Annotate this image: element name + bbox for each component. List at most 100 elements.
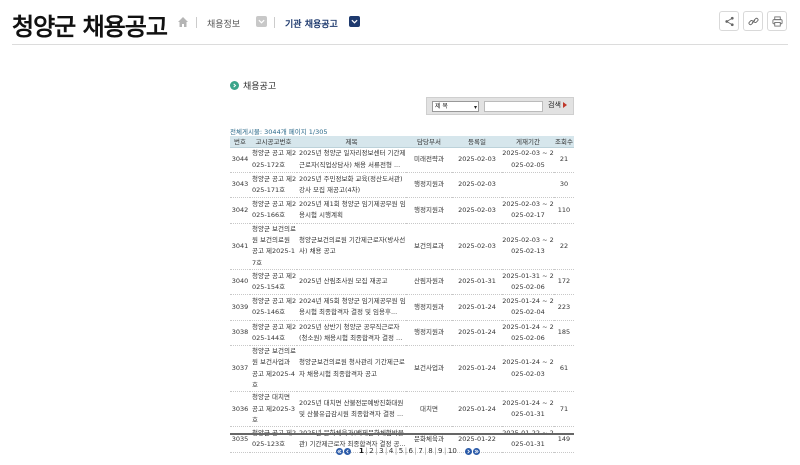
table-row[interactable]: 3041 청양군 보건의료원 보건의료원 공고 제2025-17호 청양군보건의… [230, 223, 574, 270]
page-separator: | [365, 447, 368, 455]
table-row[interactable]: 3040 청양군 공고 제2025-154호 2025년 산림조사원 모집 재공… [230, 269, 574, 296]
table-row[interactable]: 3042 청양군 공고 제2025-166호 2025년 제1회 청양군 임기제… [230, 197, 574, 224]
cell-notice-no: 청양군 보건의료원 보건의료원 공고 제2025-17호 [250, 223, 297, 270]
section-title: 채용공고 [243, 82, 277, 92]
cell-title-link[interactable]: 청양군보건의료원 청사관리 기간제근로자 채용시험 최종합격자 공고 [297, 345, 406, 393]
link-icon [748, 17, 758, 25]
cell-date: 2025-01-31 [452, 269, 502, 296]
search-input[interactable] [484, 101, 543, 112]
cell-title-link[interactable]: 2025년 대치면 산불전문예방진화대원 및 산불유급감시원 최종합격자 결정 … [297, 391, 406, 428]
search-field-select[interactable]: 제 목 ▾ [432, 101, 479, 112]
cell-no: 3036 [230, 391, 250, 428]
pagination: 1 | 2 | 3 | 4 | 5 | 6 | 7 | 8 | 9 | 10 [336, 447, 481, 455]
cell-period: 2025-01-24 ~ 2025-02-03 [502, 345, 554, 393]
column-header-period: 게재기간 [502, 136, 554, 148]
cell-views: 30 [554, 172, 574, 199]
table-row[interactable]: 3043 청양군 공고 제2025-171호 2025년 주민정보화 교육(정산… [230, 172, 574, 199]
page-separator: | [375, 447, 378, 455]
last-page-icon[interactable] [472, 447, 480, 455]
page-separator: | [414, 447, 417, 455]
cell-title-link[interactable]: 2025년 제1회 청양군 임기제공무원 임용시험 시행계획 [297, 197, 406, 224]
cell-dept: 대치면 [406, 391, 452, 428]
result-summary: 전체게시물: 3044개 페이지 1/305 [230, 128, 328, 136]
page-header: 청양군 채용공고 채용정보 기관 채용공고 [0, 0, 800, 46]
breadcrumb-divider [196, 17, 197, 28]
page-link[interactable]: 4 [389, 447, 393, 455]
table-row[interactable]: 3037 청양군 보건의료원 보건사업과 공고 제2025-4호 청양군보건의료… [230, 345, 574, 393]
cell-dept: 행정지원과 [406, 197, 452, 224]
page-link[interactable]: 10 [448, 447, 457, 455]
cell-period: 2025-01-24 ~ 2025-02-04 [502, 294, 554, 321]
page-link[interactable]: 5 [399, 447, 403, 455]
cell-date: 2025-02-03 [452, 197, 502, 224]
page-link[interactable]: 8 [428, 447, 432, 455]
cell-views: 110 [554, 197, 574, 224]
cell-period: 2025-01-31 ~ 2025-02-06 [502, 269, 554, 296]
cell-notice-no: 청양군 보건의료원 보건사업과 공고 제2025-4호 [250, 345, 297, 393]
cell-views: 21 [554, 147, 574, 173]
cell-title-link[interactable]: 청양군보건의료원 기간제근로자(방사선사) 채용 공고 [297, 223, 406, 270]
table-row[interactable]: 3044 청양군 공고 제2025-172호 2025년 청양군 일자리정보센터… [230, 147, 574, 173]
cell-dept: 미래전략과 [406, 147, 452, 173]
cell-title-link[interactable]: 2025년 산림조사원 모집 재공고 [297, 269, 406, 296]
first-page-icon[interactable] [336, 447, 343, 455]
table-header-row: 번호 고시공고번호 제목 담당부서 등록일 게재기간 조회수 [230, 136, 574, 148]
table-row[interactable]: 3036 청양군 대치면 공고 제2025-3호 2025년 대치면 산불전문예… [230, 391, 574, 428]
cell-notice-no: 청양군 공고 제2025-171호 [250, 172, 297, 199]
cell-date: 2025-02-03 [452, 172, 502, 199]
cell-period: 2025-01-24 ~ 2025-01-31 [502, 391, 554, 428]
chevron-down-icon[interactable] [349, 16, 360, 27]
cell-no: 3039 [230, 294, 250, 321]
cell-dept: 보건사업과 [406, 345, 452, 393]
cell-dept: 행정지원과 [406, 320, 452, 347]
cell-no: 3043 [230, 172, 250, 199]
cell-no: 3040 [230, 269, 250, 296]
breadcrumb-level1[interactable]: 채용정보 [207, 17, 240, 30]
print-button[interactable] [767, 11, 787, 31]
share-button[interactable] [719, 11, 739, 31]
search-arrow-icon [562, 102, 567, 108]
cell-title-link[interactable]: 2025년 청양군 일자리정보센터 기간제근로자(직업상담사) 채용 서류전형 … [297, 147, 406, 173]
table-row[interactable]: 3038 청양군 공고 제2025-144호 2025년 상반기 청양군 공무직… [230, 320, 574, 347]
cell-views: 223 [554, 294, 574, 321]
breadcrumb-divider [274, 17, 275, 28]
table-row[interactable]: 3039 청양군 공고 제2025-146호 2024년 제5회 청양군 임기제… [230, 294, 574, 321]
next-page-icon[interactable] [464, 447, 472, 455]
cell-notice-no: 청양군 공고 제2025-172호 [250, 147, 297, 173]
breadcrumb-level2[interactable]: 기관 채용공고 [285, 17, 338, 30]
page-link[interactable]: 7 [418, 447, 422, 455]
cell-date: 2025-01-24 [452, 391, 502, 428]
cell-no: 3042 [230, 197, 250, 224]
page-link[interactable]: 3 [379, 447, 383, 455]
chevron-down-icon[interactable] [256, 16, 267, 27]
home-icon[interactable] [177, 16, 189, 28]
cell-title-link[interactable]: 2025년 주민정보화 교육(정산도서관) 강사 모집 재공고(4차) [297, 172, 406, 199]
column-header-notice-no: 고시공고번호 [250, 136, 297, 148]
section-heading: 채용공고 [230, 79, 276, 92]
cell-dept: 행정지원과 [406, 294, 452, 321]
cell-notice-no: 청양군 대치면 공고 제2025-3호 [250, 391, 297, 428]
page-separator: | [444, 447, 447, 455]
cell-date: 2025-02-03 [452, 223, 502, 270]
link-copy-button[interactable] [743, 11, 763, 31]
cell-period: 2025-02-03 ~ 2025-02-17 [502, 197, 554, 224]
page-link[interactable]: 2 [369, 447, 373, 455]
page-link-current[interactable]: 1 [359, 447, 364, 455]
cell-title-link[interactable]: 2025년 상반기 청양군 공무직근로자(청소원) 채용시험 최종합격자 결정 … [297, 320, 406, 347]
search-button[interactable]: 검색 [548, 100, 567, 110]
column-header-dept: 담당부서 [406, 136, 452, 148]
column-header-title: 제목 [297, 136, 406, 148]
cell-views: 22 [554, 223, 574, 270]
notice-table: 번호 고시공고번호 제목 담당부서 등록일 게재기간 조회수 3044 청양군 … [230, 136, 574, 453]
page-link[interactable]: 6 [409, 447, 413, 455]
cell-date: 2025-01-24 [452, 345, 502, 393]
prev-page-icon[interactable] [344, 447, 351, 455]
cell-title-link[interactable]: 2024년 제5회 청양군 임기제공무원 임용시험 최종합격자 결정 및 임용후… [297, 294, 406, 321]
column-header-date: 등록일 [452, 136, 502, 148]
column-header-views: 조회수 [554, 136, 574, 148]
page-separator: | [404, 447, 408, 455]
page-link[interactable]: 9 [438, 447, 442, 455]
page-separator: | [434, 447, 437, 455]
cell-date: 2025-02-03 [452, 147, 502, 173]
cell-no: 3038 [230, 320, 250, 347]
